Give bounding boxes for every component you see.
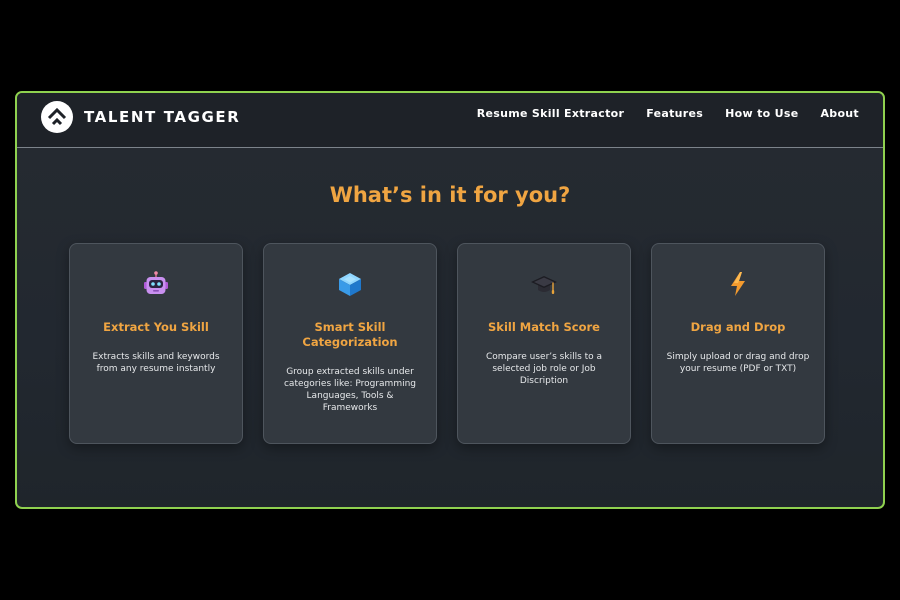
card-title: Drag and Drop <box>690 320 786 334</box>
robot-icon <box>142 270 170 298</box>
brand-name: TALENT TAGGER <box>84 108 241 126</box>
card-description: Simply upload or drag and drop your resu… <box>666 352 810 374</box>
section-title: What’s in it for you? <box>329 183 571 207</box>
nav-links: Resume Skill Extractor Features How to U… <box>477 107 859 120</box>
graduation-cap-icon <box>530 270 558 298</box>
feature-card-match-score: Skill Match Score Compare user’s skills … <box>457 243 631 444</box>
card-title: Extract You Skill <box>103 320 209 334</box>
card-title: Smart Skill Categorization <box>302 320 398 349</box>
card-description: Compare user’s skills to a selected job … <box>485 352 603 386</box>
app-window: TALENT TAGGER Resume Skill Extractor Fea… <box>15 91 885 509</box>
navbar: TALENT TAGGER Resume Skill Extractor Fea… <box>17 93 883 148</box>
nav-link-features[interactable]: Features <box>646 107 703 120</box>
lightning-bolt-icon <box>724 270 752 298</box>
card-title: Skill Match Score <box>488 320 600 334</box>
nav-link-how-to-use[interactable]: How to Use <box>725 107 798 120</box>
card-description: Group extracted skills under categories … <box>283 367 417 413</box>
feature-card-extract: Extract You Skill Extracts skills and ke… <box>69 243 243 444</box>
brand[interactable]: TALENT TAGGER <box>41 100 240 134</box>
feature-card-drag-drop: Drag and Drop Simply upload or drag and … <box>651 243 825 444</box>
cube-icon <box>336 270 364 298</box>
feature-card-categorization: Smart Skill Categorization Group extract… <box>263 243 437 444</box>
card-description: Extracts skills and keywords from any re… <box>92 352 220 374</box>
nav-link-resume-skill-extractor[interactable]: Resume Skill Extractor <box>477 107 625 120</box>
tag-arrow-logo-icon <box>41 101 73 133</box>
feature-cards: Extract You Skill Extracts skills and ke… <box>69 243 825 444</box>
nav-link-about[interactable]: About <box>820 107 859 120</box>
